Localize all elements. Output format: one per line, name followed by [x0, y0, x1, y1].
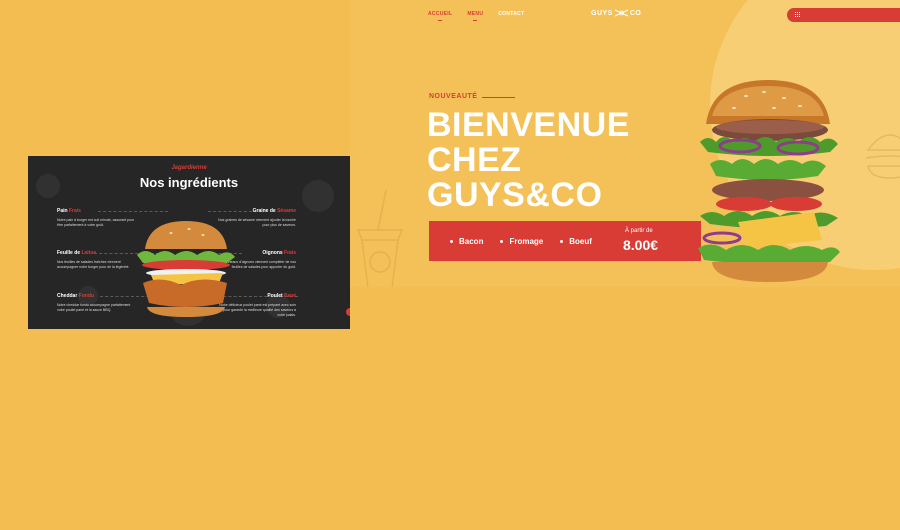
offer-price: 8.00€ [623, 237, 659, 253]
logo-left-text: GUYS [591, 9, 613, 17]
ingredient-item: Feuille de Laitue Nos feuilles de salade… [57, 250, 130, 269]
offer-item: Fromage [500, 237, 543, 246]
nav-contact-label: CONTACT [498, 11, 525, 17]
hero-title-line-1: BIENVENUE [427, 106, 630, 144]
burger-doodle-icon [865, 134, 900, 179]
hero-title-line-3: GUYS&CO [427, 176, 603, 214]
card-title: Nos ingrédients [139, 175, 239, 190]
nav-menu-label: MENU [467, 11, 484, 17]
card-burger-illustration [137, 221, 235, 317]
menu-toggle-button[interactable] [787, 8, 900, 22]
hero-title-line-2: CHEZ [427, 141, 522, 179]
ingredient-item: Pain Frais Notre pain à burger est cuit … [57, 208, 135, 227]
hero-kicker-line [482, 97, 515, 98]
offer-item: Bacon [450, 237, 483, 246]
hero-title: BIENVENUE CHEZ GUYS&CO [427, 108, 667, 213]
logo-right-text: CO [629, 9, 642, 17]
nav-accueil-underline [438, 20, 443, 21]
burger-illustration [698, 80, 840, 282]
nav-menu-underline [473, 20, 478, 21]
nav-contact[interactable]: CONTACT [498, 11, 524, 17]
nav-accueil[interactable]: ACCUEIL [428, 11, 453, 21]
logo-mark-icon [614, 9, 629, 17]
main-nav: ACCUEIL MENU CONTACT [428, 11, 539, 21]
slider-next-button[interactable] [346, 308, 350, 316]
offer-banner: Bacon Fromage Boeuf À partir de 8.00€ [429, 221, 701, 261]
cup-doodle-icon [356, 190, 404, 287]
hero-kicker: NOUVEAUTÉ [429, 93, 478, 100]
card-script-label: Jagardienne [171, 165, 207, 171]
ingredients-card: Jagardienne Nos ingrédients Pain Frais N… [28, 156, 350, 329]
nav-accueil-label: ACCUEIL [428, 11, 453, 17]
ingredient-item: Cheddar Fondu Notre cheddar fondu accomp… [57, 293, 131, 312]
menu-grid-icon [795, 12, 801, 18]
offer-item: Boeuf [560, 237, 592, 246]
offer-from-label: À partir de [625, 228, 653, 234]
nav-menu[interactable]: MENU [467, 11, 484, 21]
logo[interactable]: GUYS CO [591, 9, 641, 17]
offer-ingredients-list: Bacon Fromage Boeuf [450, 237, 609, 246]
